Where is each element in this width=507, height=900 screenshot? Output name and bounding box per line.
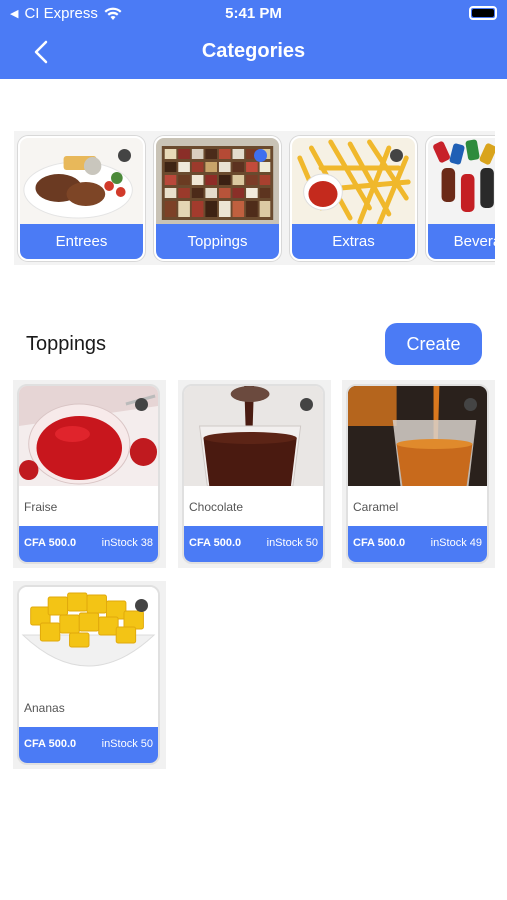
product-price: CFA 500.0 (189, 537, 242, 549)
product-name: Chocolate (189, 500, 244, 514)
product-card-wrapper: Ananas CFA 500.0 inStock 50 (13, 581, 166, 769)
product-card-wrapper: Caramel CFA 500.0 inStock 49 (342, 380, 495, 568)
selection-dot (464, 398, 477, 411)
product-price: CFA 500.0 (24, 537, 77, 549)
product-card-fraise[interactable]: Fraise CFA 500.0 inStock 38 (17, 384, 160, 564)
beverages-image (428, 138, 495, 226)
status-time: 5:41 PM (225, 5, 282, 22)
product-footer: CFA 500.0 inStock 50 (19, 727, 158, 763)
product-card-caramel[interactable]: Caramel CFA 500.0 inStock 49 (346, 384, 489, 564)
product-price: CFA 500.0 (353, 537, 406, 549)
category-carousel[interactable]: Entrees Toppings Extras Bever (14, 131, 495, 265)
section-title: Toppings (26, 333, 107, 355)
category-card-extras[interactable]: Extras (290, 136, 417, 261)
product-footer: CFA 500.0 inStock 38 (19, 526, 158, 562)
category-label: Extras (292, 224, 415, 259)
create-button[interactable]: Create (385, 323, 482, 365)
product-card-chocolate[interactable]: Chocolate CFA 500.0 inStock 50 (182, 384, 325, 564)
category-label: Toppings (156, 224, 279, 259)
product-card-wrapper: Fraise CFA 500.0 inStock 38 (13, 380, 166, 568)
product-name: Ananas (24, 701, 65, 715)
app-header: ◀ CI Express 5:41 PM Categories (0, 0, 507, 79)
selection-dot (135, 398, 148, 411)
selection-dot (118, 149, 131, 162)
product-stock: inStock 49 (430, 537, 482, 549)
status-bar: ◀ CI Express 5:41 PM (0, 0, 507, 28)
product-footer: CFA 500.0 inStock 49 (348, 526, 487, 562)
battery-icon (469, 6, 497, 20)
product-card-ananas[interactable]: Ananas CFA 500.0 inStock 50 (17, 585, 160, 765)
category-card-toppings[interactable]: Toppings (154, 136, 281, 261)
selection-dot (135, 599, 148, 612)
selection-dot (300, 398, 313, 411)
product-stock: inStock 50 (266, 537, 318, 549)
category-label: Entrees (20, 224, 143, 259)
product-price: CFA 500.0 (24, 738, 77, 750)
selection-dot (390, 149, 403, 162)
product-stock: inStock 50 (101, 738, 153, 750)
product-name: Fraise (24, 500, 58, 514)
category-label: Beverages (428, 224, 495, 259)
page-title: Categories (201, 40, 306, 62)
product-footer: CFA 500.0 inStock 50 (184, 526, 323, 562)
category-card-beverages[interactable]: Beverages (426, 136, 495, 261)
product-stock: inStock 38 (101, 537, 153, 549)
product-card-wrapper: Chocolate CFA 500.0 inStock 50 (178, 380, 331, 568)
product-name: Caramel (353, 500, 399, 514)
selection-dot (254, 149, 267, 162)
category-card-entrees[interactable]: Entrees (18, 136, 145, 261)
